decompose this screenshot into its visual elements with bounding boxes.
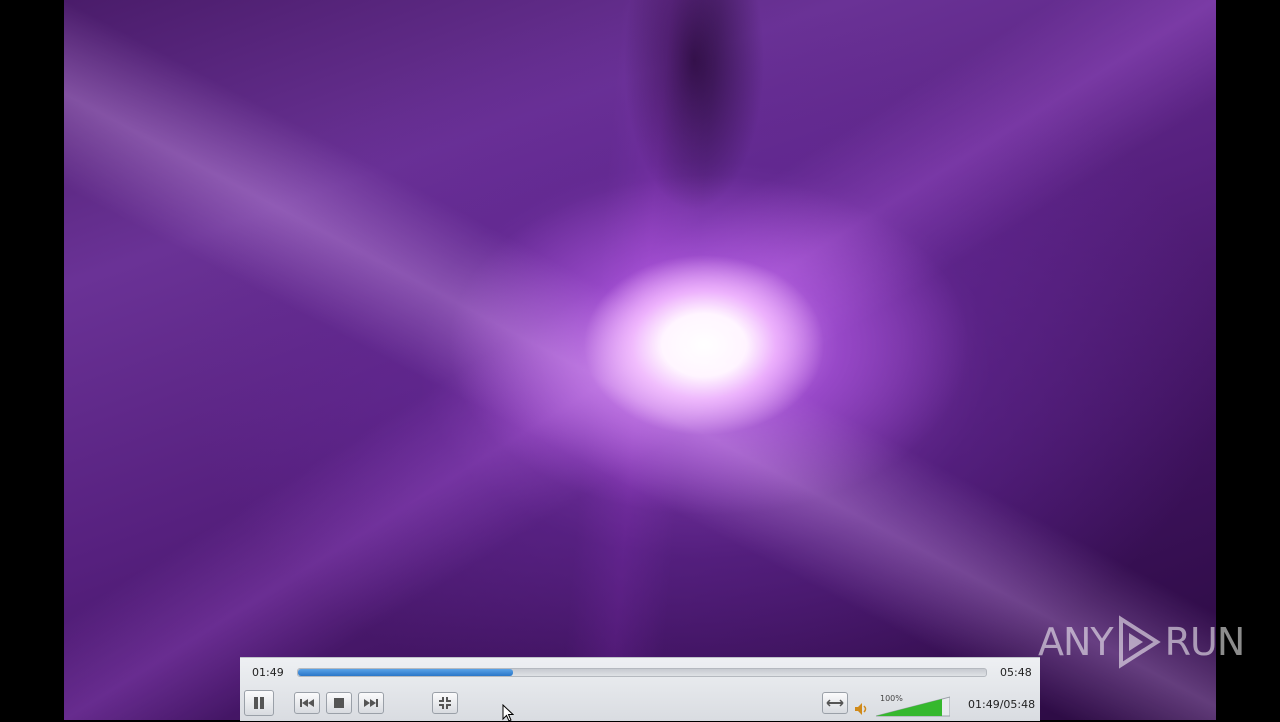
- previous-track-icon: [300, 699, 314, 707]
- elapsed-time: 01:49: [252, 666, 284, 679]
- total-time: 05:48: [1000, 666, 1032, 679]
- seek-bar[interactable]: [297, 668, 987, 677]
- time-readout: 01:49/05:48: [968, 698, 1036, 711]
- seek-bar-progress: [298, 669, 514, 676]
- next-button[interactable]: [358, 692, 384, 714]
- fullscreen-toggle-button[interactable]: [432, 692, 458, 714]
- extended-settings-button[interactable]: [822, 692, 848, 714]
- watermark-text-right: RUN: [1164, 620, 1246, 664]
- stop-button[interactable]: [326, 692, 352, 714]
- previous-button[interactable]: [294, 692, 320, 714]
- extended-settings-icon: [826, 699, 844, 707]
- speaker-icon[interactable]: [854, 702, 870, 716]
- pause-button[interactable]: [244, 690, 274, 716]
- pause-icon: [254, 697, 264, 709]
- volume-slider[interactable]: [876, 695, 950, 717]
- play-logo-icon: [1118, 615, 1161, 669]
- watermark-text-left: ANY: [1038, 620, 1114, 664]
- next-track-icon: [364, 699, 378, 707]
- exit-fullscreen-icon: [439, 697, 451, 709]
- player-controls-bar: 01:49 05:48 100% 01:49/05:48: [240, 657, 1040, 721]
- anyrun-watermark: ANY RUN: [1038, 612, 1246, 672]
- stop-icon: [334, 698, 344, 708]
- mouse-cursor-icon: [502, 704, 514, 722]
